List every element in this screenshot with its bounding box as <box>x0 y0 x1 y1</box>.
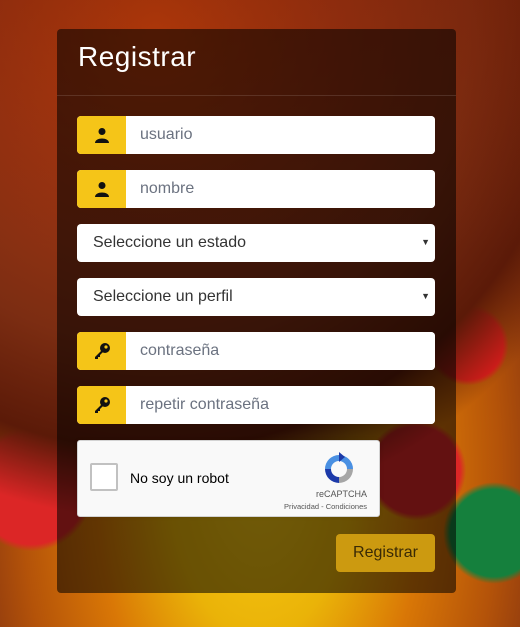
recaptcha-links[interactable]: Privacidad - Condiciones <box>284 502 367 511</box>
register-panel: Registrar Seleccione un estado ▼ Selecci… <box>57 29 456 593</box>
title-divider <box>57 95 456 96</box>
contrasena-field-group <box>77 332 435 370</box>
chevron-down-icon: ▼ <box>421 237 430 247</box>
nombre-field-group <box>77 170 435 208</box>
recaptcha-widget: No soy un robot reCAPTCHA Privacidad - C… <box>77 440 380 517</box>
key-icon <box>77 332 126 370</box>
register-button[interactable]: Registrar <box>336 534 435 572</box>
recaptcha-icon <box>325 452 353 483</box>
chevron-down-icon: ▼ <box>421 291 430 301</box>
recaptcha-checkbox[interactable] <box>90 463 118 491</box>
page-title: Registrar <box>78 41 197 72</box>
user-icon <box>77 116 126 154</box>
key-icon <box>77 386 126 424</box>
usuario-field-group <box>77 116 435 154</box>
repetir-contrasena-input[interactable] <box>126 386 435 424</box>
perfil-select-value: Seleccione un perfil <box>93 288 233 305</box>
estado-select[interactable]: Seleccione un estado ▼ <box>77 224 435 262</box>
user-icon <box>77 170 126 208</box>
recaptcha-brand: reCAPTCHA <box>315 489 367 499</box>
perfil-select[interactable]: Seleccione un perfil ▼ <box>77 278 435 316</box>
usuario-input[interactable] <box>126 116 435 154</box>
repetir-contrasena-field-group <box>77 386 435 424</box>
nombre-input[interactable] <box>126 170 435 208</box>
contrasena-input[interactable] <box>126 332 435 370</box>
estado-select-value: Seleccione un estado <box>93 234 246 251</box>
recaptcha-label: No soy un robot <box>130 470 229 486</box>
